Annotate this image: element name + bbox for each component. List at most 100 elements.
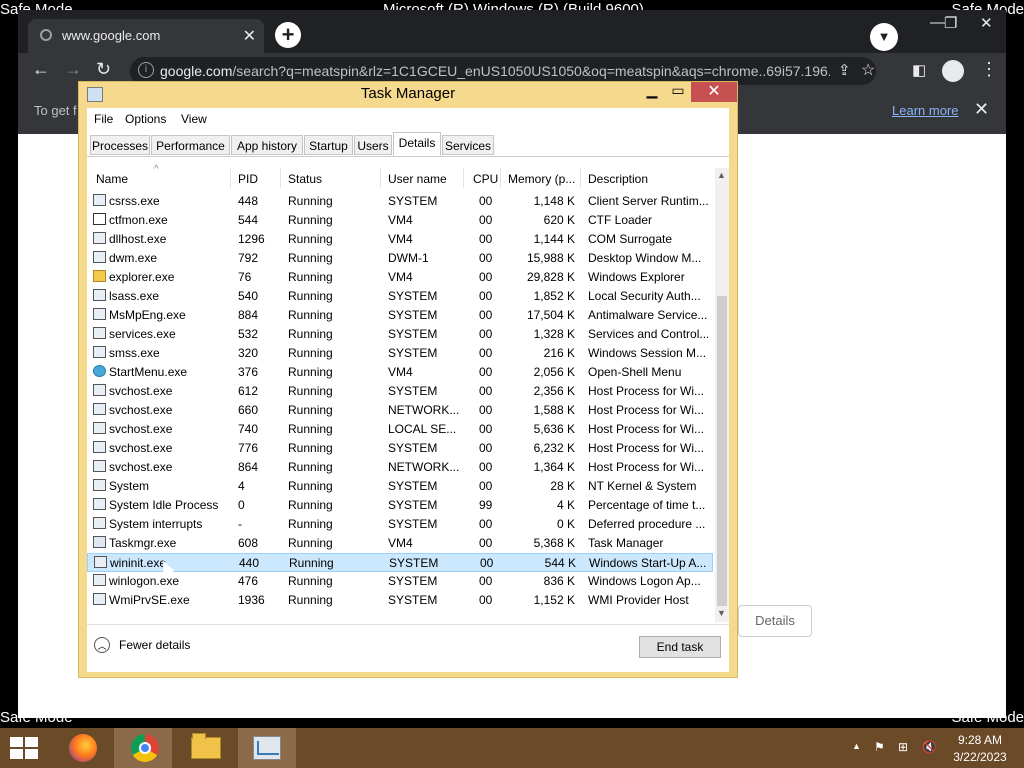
reload-icon[interactable]: ↻ xyxy=(96,59,111,80)
forward-icon[interactable]: → xyxy=(64,59,82,80)
close-icon[interactable]: ✕ xyxy=(974,99,989,120)
table-row[interactable]: winlogon.exe 476 Running SYSTEM 00 836 K Windo… xyxy=(87,572,713,591)
chevron-up-icon[interactable]: ︿ xyxy=(94,637,110,653)
table-row[interactable]: svchost.exe 776 Running SYSTEM 00 6,232 K Host… xyxy=(87,439,713,458)
tab-users[interactable]: Users xyxy=(354,135,392,155)
table-row[interactable]: Taskmgr.exe 608 Running VM4 00 5,368 K Task Ma… xyxy=(87,534,713,553)
process-memory: 216 K xyxy=(543,346,575,360)
process-status: Running xyxy=(288,213,333,227)
title-bar[interactable]: Task Manager ▁ ▭ ✕ xyxy=(79,82,737,107)
process-status: Running xyxy=(288,479,333,493)
column-header-memory[interactable]: Memory (p... xyxy=(508,172,575,186)
table-row[interactable]: System interrupts - Running SYSTEM 00 0 K Defe… xyxy=(87,515,713,534)
volume-muted-icon[interactable]: 🔇 xyxy=(922,740,937,754)
tab-search-button[interactable]: ▼ xyxy=(870,23,898,51)
url-text[interactable]: google.com/search?q=meatspin&rlz=1C1GCEU… xyxy=(160,63,830,79)
column-header-name[interactable]: Name xyxy=(96,172,128,186)
scrollbar-thumb[interactable] xyxy=(717,296,727,606)
process-memory: 29,828 K xyxy=(526,270,575,284)
process-status: Running xyxy=(288,441,333,455)
table-row[interactable]: csrss.exe 448 Running SYSTEM 00 1,148 K Client… xyxy=(87,192,713,211)
menu-file[interactable]: File xyxy=(94,112,113,126)
process-cpu: 00 xyxy=(479,479,493,493)
chrome-taskbar-button[interactable] xyxy=(114,728,172,768)
task-manager-taskbar-button[interactable] xyxy=(238,728,296,768)
show-hidden-icons-icon[interactable]: ▲ xyxy=(852,741,861,751)
process-status: Running xyxy=(288,574,333,588)
profile-avatar-icon[interactable] xyxy=(942,60,964,82)
file-explorer-taskbar-button[interactable] xyxy=(176,728,234,768)
minimize-icon[interactable]: — xyxy=(930,14,945,31)
process-description: Host Process for Wi... xyxy=(588,460,705,474)
side-panel-icon[interactable]: ◧ xyxy=(912,61,926,79)
bookmark-star-icon[interactable]: ☆ xyxy=(861,60,875,80)
close-icon[interactable]: ✕ xyxy=(980,14,993,32)
maximize-icon[interactable]: ❐ xyxy=(944,14,957,32)
tab-details[interactable]: Details xyxy=(393,132,441,156)
column-header-description[interactable]: Description xyxy=(588,172,648,186)
task-manager-content: File Options View Processes Performance … xyxy=(87,108,729,672)
table-row[interactable]: svchost.exe 864 Running NETWORK... 00 1,364 K… xyxy=(87,458,713,477)
table-row[interactable]: System 4 Running SYSTEM 00 28 K NT Kernel & Sy… xyxy=(87,477,713,496)
vertical-scrollbar[interactable]: ▲ ▼ xyxy=(715,168,729,622)
column-header-user-name[interactable]: User name xyxy=(388,172,447,186)
tab-startup[interactable]: Startup xyxy=(304,135,353,155)
tab-processes[interactable]: Processes xyxy=(90,135,150,155)
tab-services[interactable]: Services xyxy=(442,135,494,155)
fewer-details-link[interactable]: Fewer details xyxy=(119,638,190,652)
menu-dots-icon[interactable]: ⋮ xyxy=(980,59,998,80)
scroll-down-icon[interactable]: ▼ xyxy=(717,608,726,618)
menu-options[interactable]: Options xyxy=(125,112,166,126)
table-row[interactable]: WmiPrvSE.exe 1936 Running SYSTEM 00 1,152 K WM… xyxy=(87,591,713,610)
column-header-cpu[interactable]: CPU xyxy=(473,172,498,186)
close-icon[interactable]: ✕ xyxy=(243,26,256,46)
back-icon[interactable]: ← xyxy=(32,59,50,80)
info-icon[interactable]: i xyxy=(138,62,154,78)
process-cpu: 00 xyxy=(479,460,493,474)
action-center-flag-icon[interactable]: ⚑ xyxy=(874,740,885,754)
table-row[interactable]: smss.exe 320 Running SYSTEM 00 216 K Windows S… xyxy=(87,344,713,363)
table-row[interactable]: svchost.exe 740 Running LOCAL SE... 00 5,636 … xyxy=(87,420,713,439)
table-row[interactable]: svchost.exe 612 Running SYSTEM 00 2,356 K Host… xyxy=(87,382,713,401)
process-status: Running xyxy=(288,308,333,322)
maximize-icon[interactable]: ▭ xyxy=(665,82,691,102)
process-memory: 2,356 K xyxy=(533,384,575,398)
scroll-up-icon[interactable]: ▲ xyxy=(717,170,726,180)
learn-more-link[interactable]: Learn more xyxy=(892,103,958,118)
close-button[interactable]: ✕ xyxy=(691,82,737,102)
table-row[interactable]: services.exe 532 Running SYSTEM 00 1,328 K Ser… xyxy=(87,325,713,344)
end-task-button[interactable]: End task xyxy=(639,636,721,658)
browser-tab[interactable]: www.google.com ✕ xyxy=(28,19,264,53)
table-row[interactable]: MsMpEng.exe 884 Running SYSTEM 00 17,504 K Ant… xyxy=(87,306,713,325)
column-header-pid[interactable]: PID xyxy=(238,172,258,186)
process-memory: 28 K xyxy=(550,479,575,493)
table-row[interactable]: lsass.exe 540 Running SYSTEM 00 1,852 K Local … xyxy=(87,287,713,306)
table-row[interactable]: ctfmon.exe 544 Running VM4 00 620 K CTF Loader xyxy=(87,211,713,230)
process-status: Running xyxy=(288,517,333,531)
column-header-status[interactable]: Status xyxy=(288,172,322,186)
table-row[interactable]: explorer.exe 76 Running VM4 00 29,828 K Window… xyxy=(87,268,713,287)
clock-time[interactable]: 9:28 AM xyxy=(950,733,1010,747)
menu-view[interactable]: View xyxy=(181,112,207,126)
clock-date[interactable]: 3/22/2023 xyxy=(950,750,1010,764)
table-row[interactable]: dllhost.exe 1296 Running VM4 00 1,144 K COM Su… xyxy=(87,230,713,249)
firefox-taskbar-button[interactable] xyxy=(52,728,110,768)
table-row[interactable]: svchost.exe 660 Running NETWORK... 00 1,588 K… xyxy=(87,401,713,420)
exe-icon xyxy=(93,460,106,472)
minimize-icon[interactable]: ▁ xyxy=(639,82,665,102)
network-icon[interactable]: ⊞ xyxy=(898,740,908,754)
new-tab-button[interactable]: + xyxy=(275,22,301,48)
firefox-icon xyxy=(69,734,97,762)
table-row[interactable]: StartMenu.exe 376 Running VM4 00 2,056 K Open-… xyxy=(87,363,713,382)
table-row[interactable]: System Idle Process 0 Running SYSTEM 99 4 K Pe… xyxy=(87,496,713,515)
share-icon[interactable]: ⇪ xyxy=(838,61,851,79)
process-memory: 6,232 K xyxy=(533,441,575,455)
tab-performance[interactable]: Performance xyxy=(151,135,230,155)
details-button[interactable]: Details xyxy=(738,605,812,637)
table-row[interactable]: wininit.exe 440 Running SYSTEM 00 544 K Window… xyxy=(87,553,713,572)
process-name: explorer.exe xyxy=(109,270,175,284)
process-memory: 1,852 K xyxy=(533,289,575,303)
start-button[interactable] xyxy=(10,737,38,759)
tab-app-history[interactable]: App history xyxy=(231,135,303,155)
table-row[interactable]: dwm.exe 792 Running DWM-1 00 15,988 K Desktop … xyxy=(87,249,713,268)
